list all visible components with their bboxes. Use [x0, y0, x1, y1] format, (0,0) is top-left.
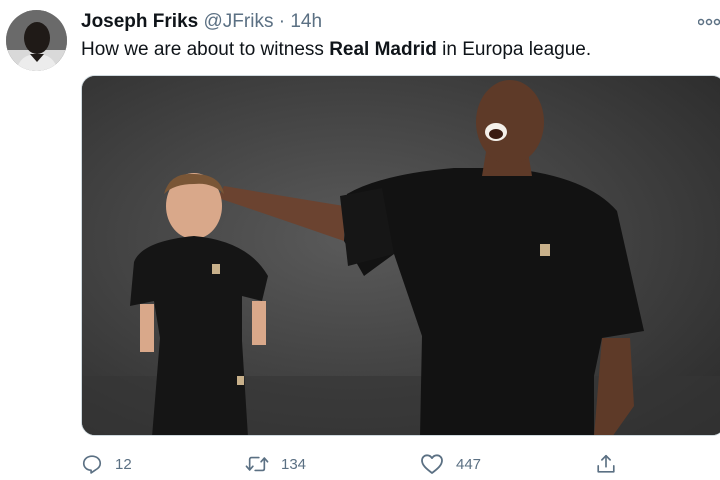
- tweet-header: Joseph Friks @JFriks · 14h: [81, 10, 322, 34]
- tweet-text-end: in Europa league.: [436, 39, 592, 60]
- author-name[interactable]: Joseph Friks: [81, 11, 198, 32]
- tweet[interactable]: Joseph Friks @JFriks · 14h How we are ab…: [0, 0, 720, 480]
- tweet-text: How we are about to witness Real Madrid …: [81, 38, 591, 62]
- tweet-text-bold: Real Madrid: [329, 39, 437, 60]
- like-count: 447: [456, 455, 482, 473]
- photo-illustration: [82, 76, 720, 435]
- reply-icon: [82, 455, 102, 474]
- meta-separator: ·: [278, 11, 286, 32]
- tweet-time[interactable]: 14h: [290, 11, 322, 32]
- share-icon: [597, 454, 615, 473]
- avatar-image: [6, 10, 67, 71]
- retweet-icon: [245, 456, 269, 472]
- tweet-text-start: How we are about to witness: [81, 39, 330, 60]
- tweet-actions: 12 134 447: [0, 448, 720, 480]
- share-button[interactable]: [595, 448, 617, 480]
- author-handle[interactable]: @JFriks: [204, 11, 274, 32]
- like-button[interactable]: 447: [420, 448, 481, 480]
- retweet-count: 134: [281, 455, 307, 473]
- heart-icon: [421, 454, 443, 474]
- avatar[interactable]: [6, 10, 67, 71]
- reply-count: 12: [115, 455, 132, 473]
- more-options-icon[interactable]: [697, 14, 720, 26]
- reply-button[interactable]: 12: [81, 448, 132, 480]
- retweet-button[interactable]: 134: [245, 448, 306, 480]
- tweet-photo[interactable]: [81, 75, 720, 436]
